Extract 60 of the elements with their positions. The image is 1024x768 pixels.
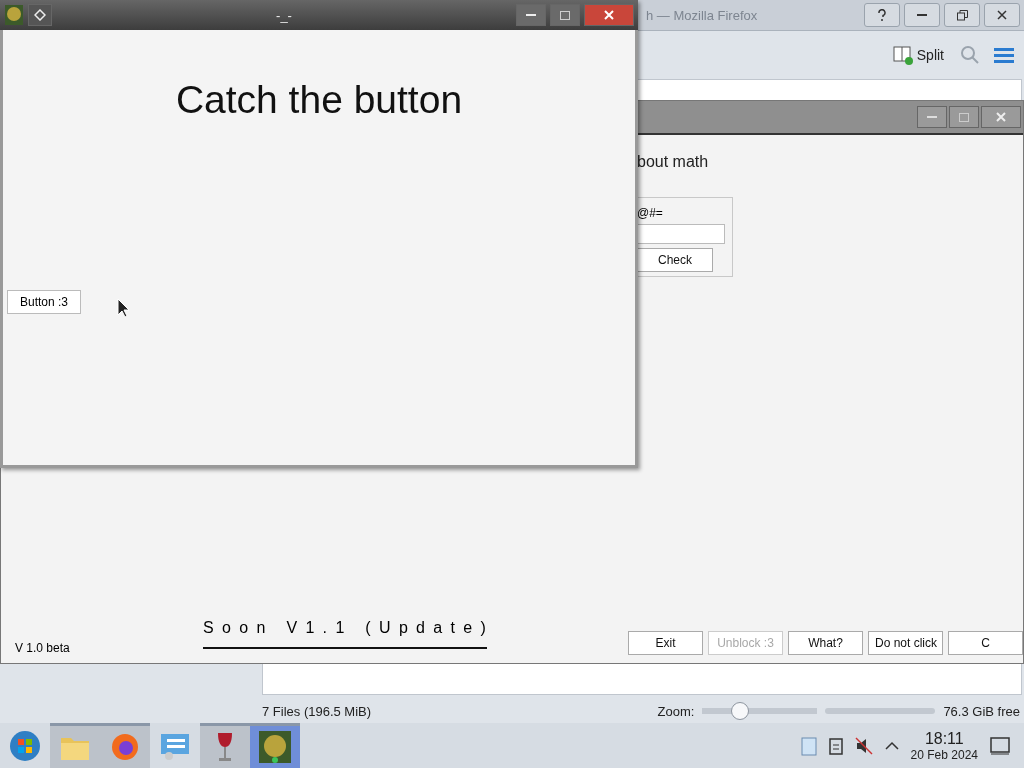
show-desktop-icon[interactable] (990, 736, 1010, 755)
clock-time: 18:11 (924, 729, 964, 748)
window-title: -_- (275, 7, 293, 23)
maximize-button[interactable] (550, 4, 580, 26)
close-icon (997, 10, 1007, 20)
muted-speaker-icon[interactable] (854, 736, 873, 755)
slider-thumb[interactable] (730, 702, 749, 720)
app-icon (4, 4, 24, 26)
version-label: V 1.0 beta (15, 641, 71, 655)
game-heading: Catch the button (175, 78, 463, 122)
action-button[interactable]: Do not click (868, 631, 943, 655)
close-icon (996, 112, 1006, 122)
minimize-icon (526, 13, 536, 17)
minimize-button[interactable] (917, 106, 947, 128)
close-button[interactable] (981, 106, 1021, 128)
wine-glass-icon[interactable] (215, 731, 235, 763)
action-button[interactable]: Exit (628, 631, 703, 655)
menu-icon[interactable] (994, 47, 1014, 63)
taskbar-item[interactable] (50, 723, 100, 768)
menu-button[interactable] (28, 4, 52, 26)
start-orb-icon (9, 729, 41, 762)
action-button[interactable]: What? (788, 631, 863, 655)
taskbar-item[interactable] (200, 723, 250, 768)
clipboard-icon[interactable] (828, 736, 843, 755)
taskbar-item[interactable] (100, 723, 150, 768)
close-button[interactable] (584, 4, 634, 26)
chevron-up-icon[interactable] (884, 740, 899, 751)
search-icon[interactable] (960, 45, 980, 65)
browser-icon[interactable] (110, 732, 140, 762)
help-button[interactable] (864, 3, 900, 27)
clock-date: 20 Feb 2024 (910, 747, 978, 762)
split-button[interactable]: Split (890, 43, 946, 67)
minimize-icon (927, 115, 937, 119)
app-icon[interactable] (258, 730, 292, 764)
update-banner: Soon V1.1 (Update) (203, 619, 487, 649)
check-button[interactable]: Check (637, 248, 713, 272)
restore-icon (956, 9, 968, 21)
zoom-label: Zoom: (657, 703, 695, 719)
action-button[interactable]: C (948, 631, 1023, 655)
minimize-button[interactable] (904, 3, 940, 27)
question-heading: bout math (637, 153, 709, 171)
maximize-icon (959, 112, 969, 122)
cursor-icon (117, 298, 129, 318)
split-view-icon (892, 45, 913, 65)
catch-button[interactable]: Button :3 (7, 290, 81, 314)
diamond-icon (34, 9, 46, 21)
window-title: h — Mozilla Firefox (646, 7, 758, 23)
clock[interactable]: 18:11 20 Feb 2024 (910, 729, 978, 762)
restore-button[interactable] (944, 3, 980, 27)
maximize-icon (560, 10, 570, 20)
taskbar-item[interactable] (250, 723, 300, 768)
minimize-icon (917, 13, 927, 17)
help-icon (878, 9, 886, 21)
question-label: @#= (637, 206, 664, 220)
answer-field[interactable] (637, 224, 725, 244)
minimize-button[interactable] (516, 4, 546, 26)
free-space: 76.3 GiB free (943, 703, 1020, 719)
maximize-button[interactable] (949, 106, 979, 128)
file-count: 7 Files (196.5 MiB) (262, 703, 373, 719)
close-icon (604, 10, 614, 20)
